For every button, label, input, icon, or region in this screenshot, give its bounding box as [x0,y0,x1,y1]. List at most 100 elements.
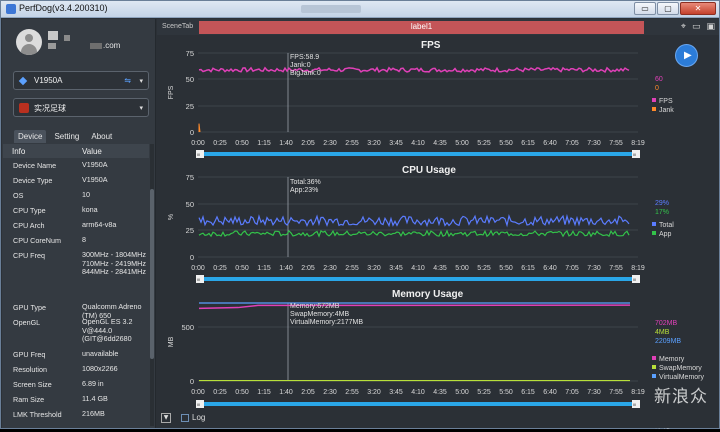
log-checkbox[interactable] [181,414,189,422]
mem-xtick: 5:25 [477,389,491,396]
window-title: PerfDog(v3.4.200310) [19,3,108,13]
fps-legend-swatch [652,107,656,111]
device-icon [18,76,28,86]
fps-xtick: 2:05 [301,140,315,147]
fps-legend-swatch [652,98,656,102]
fps-xtick: 5:25 [477,140,491,147]
cpu-xtick: 0:00 [191,265,205,272]
fps-xtick: 3:20 [367,140,381,147]
mem-handle-grip: III [197,402,200,407]
cpu-xtick: 5:00 [455,265,469,272]
maximize-button[interactable]: ▢ [657,2,679,15]
chevron-down-icon: ▾ [139,104,143,112]
fps-xtick: 1:40 [279,140,293,147]
tab-about[interactable]: About [87,130,116,143]
fps-xtick: 8:19 [631,140,645,147]
cpu-xtick: 3:45 [389,265,403,272]
table-header: Info Value [3,144,149,158]
fps-xtick: 1:15 [257,140,271,147]
cpu-ytick: 25 [186,226,194,235]
mem-series-memory [198,304,631,310]
main-panel: SceneTab label1 ⌖ ▭ ▣ ▶ FPS CPU Usage Me… [157,19,719,432]
game-icon [19,103,29,113]
info-value: kona [82,205,98,214]
tab-device[interactable]: Device [14,130,47,143]
fps-xtick: 7:05 [565,140,579,147]
mem-xtick: 3:20 [367,389,381,396]
fps-xtick: 5:00 [455,140,469,147]
fps-xtick: 4:35 [433,140,447,147]
cpu-ytick: 50 [186,200,194,209]
info-row: CPU CoreNum 8 [3,233,149,248]
cpu-xtick: 6:15 [521,265,535,272]
mem-current-value: 4MB [655,329,670,336]
info-row: GPU Type Qualcomm Adreno (TM) 650 [3,300,149,319]
app-select[interactable]: 实况足球 ▾ [13,98,149,117]
mem-xtick: 5:50 [499,389,513,396]
cpu-xtick: 5:25 [477,265,491,272]
info-key: OpenGL [13,318,41,327]
scrollbar-thumb[interactable] [150,189,154,359]
tab-setting[interactable]: Setting [50,130,83,143]
info-key: CPU Freq [13,251,45,260]
avatar[interactable] [16,29,42,55]
info-row: OpenGL OpenGL ES 3.2 V@444.0 (GIT@6dd2680 [3,315,149,347]
cpu-xtick: 1:15 [257,265,271,272]
device-select[interactable]: V1950A ⇋ ▾ [13,71,149,90]
info-value: 10 [82,190,90,199]
mem-tooltip-line: Memory:672MB [290,303,340,310]
cpu-ylabel: % [168,214,175,220]
chevron-down-icon: ▾ [139,77,143,85]
info-key: GPU Freq [13,350,46,359]
fps-current-value: 60 [655,76,663,83]
mem-ylabel: MB [168,336,175,347]
minimize-button[interactable]: ▭ [634,2,656,15]
info-row: CPU Type kona [3,203,149,218]
mem-legend-swatch [652,374,656,378]
header-value: Value [82,147,102,156]
charts-area[interactable]: 7550250FPSFPS:58.9Jank:0BigJank:0600FPSJ… [157,19,719,411]
info-key: Device Type [13,176,53,185]
info-row: CPU Arch arm64-v8a [3,218,149,233]
fps-ylabel: FPS [168,85,175,99]
sidebar-scrollbar[interactable] [150,144,154,426]
cpu-xtick: 7:05 [565,265,579,272]
info-key: CPU Type [13,206,46,215]
fps-ytick: 25 [186,102,194,111]
fps-xtick: 6:15 [521,140,535,147]
cpu-legend-label: App [659,231,672,238]
info-key: LMK Threshold [13,410,62,419]
cpu-xtick: 2:05 [301,265,315,272]
info-row: LMK Threshold 216MB [3,407,149,422]
sidebar: .com V1950A ⇋ ▾ 实况足球 ▾ Device Setting Ab… [2,19,156,428]
device-select-label: V1950A [34,76,63,85]
mem-xtick: 8:19 [631,389,645,396]
info-value: 6.89 in [82,379,104,388]
redacted-account-4 [90,43,102,49]
fps-xtick: 0:00 [191,140,205,147]
mem-xtick: 0:50 [235,389,249,396]
fps-handle-grip: III [633,152,636,157]
cpu-legend-swatch [652,222,656,226]
fps-xtick: 5:50 [499,140,513,147]
info-row: Device Name V1950A [3,158,149,173]
mem-xtick: 7:30 [587,389,601,396]
fps-xtick: 3:45 [389,140,403,147]
info-value: 1080x2266 [82,364,118,373]
collapse-button[interactable]: ▼ [161,413,171,423]
mem-ytick: 0 [190,377,194,386]
fps-ytick: 75 [186,49,194,58]
cpu-xtick: 0:25 [213,265,227,272]
cpu-handle-grip: III [633,277,636,282]
fps-xtick: 6:40 [543,140,557,147]
cpu-xtick: 4:10 [411,265,425,272]
mem-xtick: 6:40 [543,389,557,396]
mem-legend-label: VirtualMemory [659,374,704,381]
mem-xtick: 5:00 [455,389,469,396]
close-button[interactable]: ✕ [680,2,716,15]
cpu-xtick: 5:50 [499,265,513,272]
mem-legend-label: Memory [659,356,685,363]
redacted-account-3 [48,43,56,49]
sidebar-tabs: Device Setting About [14,130,116,143]
mem-handle-grip: III [633,402,636,407]
